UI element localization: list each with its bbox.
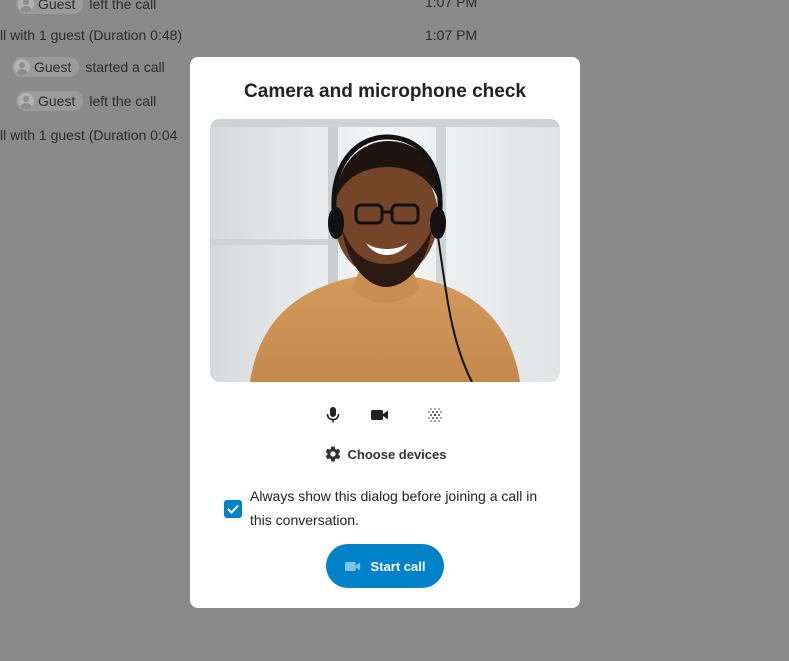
- media-check-dialog: Camera and microphone check Choose devic…: [190, 57, 580, 608]
- system-message-row: Guest started a call: [12, 55, 165, 79]
- always-show-label[interactable]: Always show this dialog before joining a…: [250, 484, 544, 532]
- system-message-row: Guest left the call: [16, 0, 156, 16]
- guest-avatar-icon: [14, 59, 30, 75]
- system-message-row: ll with 1 guest (Duration 0:48): [0, 23, 182, 47]
- system-message-text: left the call: [89, 93, 157, 109]
- system-message-row: ll with 1 guest (Duration 0:04: [0, 123, 177, 147]
- guest-chip: Guest: [16, 91, 84, 111]
- checkmark-icon: [227, 504, 239, 514]
- system-message-text: started a call: [85, 59, 165, 75]
- system-message-text: left the call: [89, 0, 157, 12]
- camera-toggle[interactable]: [368, 403, 392, 427]
- microphone-toggle[interactable]: [321, 403, 345, 427]
- background-blur-toggle[interactable]: [423, 403, 447, 427]
- message-time: 1:07 PM: [425, 0, 478, 10]
- gear-icon: [325, 446, 340, 462]
- guest-chip: Guest: [12, 57, 80, 77]
- camera-preview-image: [210, 119, 560, 382]
- system-message-row: Guest left the call: [16, 89, 156, 113]
- choose-devices-label: Choose devices: [347, 446, 447, 462]
- start-call-label: Start call: [370, 558, 426, 574]
- video-camera-icon: [344, 561, 360, 571]
- microphone-icon: [326, 407, 340, 423]
- start-call-button[interactable]: Start call: [326, 544, 444, 588]
- always-show-checkbox[interactable]: [224, 500, 242, 518]
- system-message-text: ll with 1 guest (Duration 0:04: [0, 127, 178, 143]
- camera-preview: [210, 119, 560, 382]
- video-camera-icon: [371, 410, 388, 420]
- media-controls: [190, 403, 580, 427]
- system-message-text: ll with 1 guest (Duration 0:48): [0, 27, 183, 43]
- choose-devices-button[interactable]: Choose devices: [190, 445, 580, 463]
- guest-chip: Guest: [16, 0, 84, 14]
- dialog-title: Camera and microphone check: [244, 81, 526, 102]
- guest-avatar-icon: [18, 0, 34, 12]
- guest-avatar-icon: [18, 93, 34, 109]
- message-time: 1:07 PM: [425, 27, 478, 43]
- always-show-option: Always show this dialog before joining a…: [224, 484, 544, 532]
- background-blur-icon: [428, 408, 442, 422]
